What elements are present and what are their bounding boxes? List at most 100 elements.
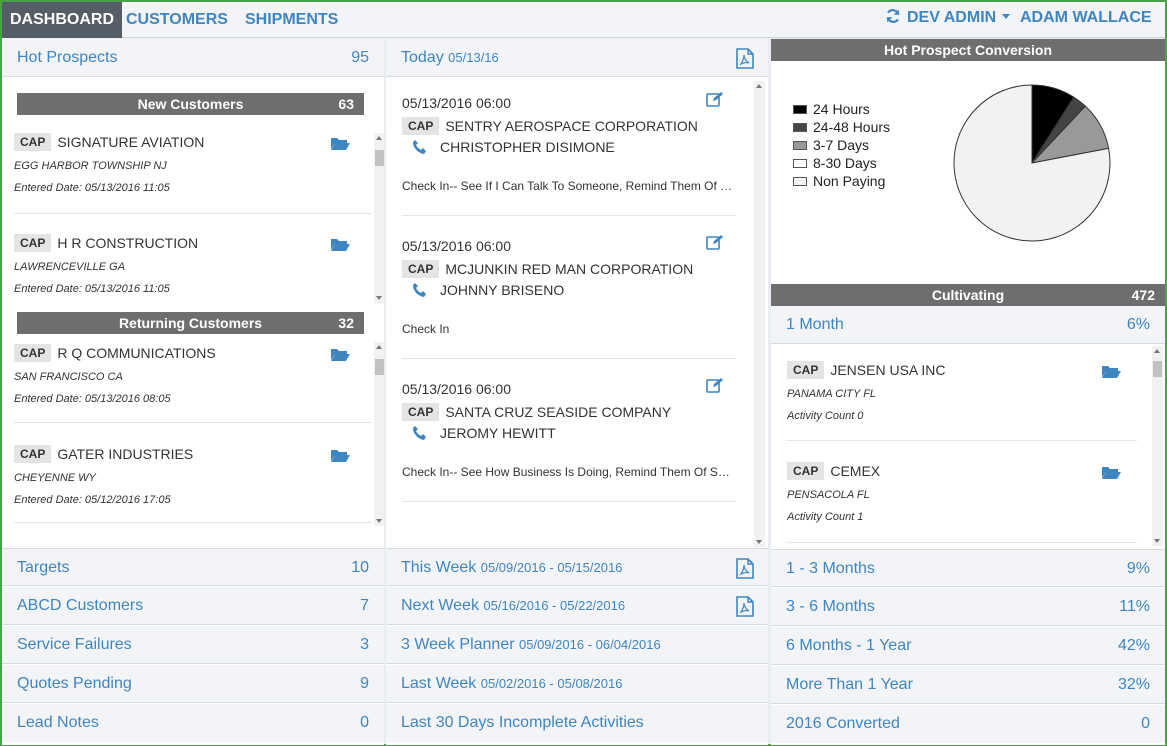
activity-item[interactable]: 05/13/2016 06:00 CAP MCJUNKIN RED MAN COR… [402, 235, 748, 336]
activity-count: Activity Count 0 [787, 410, 864, 422]
activity-item[interactable]: 05/13/2016 06:00 CAP SENTRY AEROSPACE COR… [402, 92, 748, 193]
scroll-thumb[interactable] [375, 359, 384, 375]
hot-prospects-header[interactable]: Hot Prospects 95 [2, 39, 384, 77]
divider [14, 522, 372, 523]
customer-name: H R CONSTRUCTION [57, 235, 199, 251]
cap-badge: CAP [14, 234, 52, 252]
scroll-down-icon[interactable] [756, 540, 762, 544]
abcd-customers-count: 7 [360, 597, 369, 614]
tab-shipments[interactable]: SHIPMENTS [237, 2, 346, 38]
phone-icon[interactable] [412, 282, 428, 298]
lead-notes-label: Lead Notes [17, 714, 99, 731]
list-item[interactable]: CAP H R CONSTRUCTION LAWRENCEVILLE GA Ent… [14, 234, 372, 295]
scroll-down-icon[interactable] [376, 296, 382, 300]
three-to-six-months-pct: 11% [1119, 598, 1150, 615]
quotes-pending-count: 9 [360, 675, 369, 692]
folder-open-icon[interactable] [1101, 464, 1121, 480]
folder-open-icon[interactable] [330, 236, 350, 252]
three-to-six-months-row[interactable]: 3 - 6 Months 11% [771, 588, 1165, 626]
customer-name: CEMEX [830, 463, 881, 479]
scroll-up-icon[interactable] [756, 84, 762, 88]
dev-admin-menu[interactable]: DEV ADMIN [885, 2, 1011, 34]
folder-open-icon[interactable] [330, 447, 350, 463]
edit-icon[interactable] [706, 234, 724, 250]
customer-location: CHEYENNE WY [14, 472, 96, 484]
cap-badge: CAP [787, 361, 825, 379]
activity-note: Check In [402, 322, 450, 336]
converted-row[interactable]: 2016 Converted 0 [771, 705, 1165, 743]
quotes-pending-label: Quotes Pending [17, 675, 132, 692]
returning-customers-scrollbar[interactable] [374, 342, 385, 526]
targets-label: Targets [17, 559, 70, 576]
pdf-icon[interactable] [736, 48, 754, 69]
abcd-customers-label: ABCD Customers [17, 597, 144, 614]
scroll-down-icon[interactable] [1154, 539, 1160, 543]
incomplete-activities-row[interactable]: Last 30 Days Incomplete Activities [386, 704, 768, 742]
last-week-range: 05/02/2016 - 05/08/2016 [480, 676, 623, 691]
tab-dashboard[interactable]: DASHBOARD [2, 2, 122, 38]
more-than-year-row[interactable]: More Than 1 Year 32% [771, 666, 1165, 704]
cap-badge: CAP [402, 403, 440, 421]
today-date: 05/13/16 [448, 50, 499, 65]
folder-open-icon[interactable] [1101, 363, 1121, 379]
edit-icon[interactable] [706, 377, 724, 393]
activity-contact: JEROMY HEWITT [440, 425, 556, 441]
last-week-row[interactable]: Last Week 05/02/2016 - 05/08/2016 [386, 665, 768, 703]
this-week-row[interactable]: This Week 05/09/2016 - 05/15/2016 [386, 548, 768, 586]
edit-icon[interactable] [706, 91, 724, 107]
lead-notes-row[interactable]: Lead Notes 0 [2, 704, 384, 742]
cap-badge: CAP [14, 344, 52, 362]
list-item[interactable]: CAP SIGNATURE AVIATION EGG HARBOR TOWNSHI… [14, 133, 372, 194]
cultivating-label: Cultivating [931, 287, 1005, 303]
customer-name: JENSEN USA INC [830, 362, 946, 378]
next-week-row[interactable]: Next Week 05/16/2016 - 05/22/2016 [386, 587, 768, 625]
one-month-row[interactable]: 1 Month 6% [771, 306, 1165, 344]
folder-open-icon[interactable] [330, 135, 350, 151]
new-customers-scrollbar[interactable] [374, 133, 385, 303]
pdf-icon[interactable] [736, 558, 754, 579]
scroll-thumb[interactable] [375, 150, 384, 166]
right-column: Hot Prospect Conversion 24 Hours 24-48 H… [771, 39, 1165, 745]
scroll-thumb[interactable] [1153, 361, 1162, 377]
customer-name: GATER INDUSTRIES [57, 446, 194, 462]
six-months-to-year-row[interactable]: 6 Months - 1 Year 42% [771, 627, 1165, 665]
list-item[interactable]: CAP CEMEX PENSACOLA FL Activity Count 1 [787, 462, 1143, 523]
targets-row[interactable]: Targets 10 [2, 548, 384, 586]
user-menu[interactable]: ADAM WALLACE [1020, 2, 1152, 34]
scroll-up-icon[interactable] [376, 136, 382, 140]
tab-customers[interactable]: CUSTOMERS [118, 2, 236, 38]
scroll-down-icon[interactable] [376, 519, 382, 523]
divider [787, 542, 1137, 543]
activity-company: SANTA CRUZ SEASIDE COMPANY [445, 404, 672, 420]
legend-swatch [793, 177, 807, 186]
scroll-up-icon[interactable] [376, 345, 382, 349]
list-item[interactable]: CAP R Q COMMUNICATIONS SAN FRANCISCO CA E… [14, 344, 372, 405]
list-item[interactable]: CAP JENSEN USA INC PANAMA CITY FL Activit… [787, 361, 1143, 422]
service-failures-row[interactable]: Service Failures 3 [2, 626, 384, 664]
one-month-label: 1 Month [786, 316, 844, 333]
abcd-customers-row[interactable]: ABCD Customers 7 [2, 587, 384, 625]
divider [14, 213, 372, 214]
next-week-range: 05/16/2016 - 05/22/2016 [483, 598, 626, 613]
activity-note: Check In-- See If I Can Talk To Someone,… [402, 179, 736, 193]
list-item[interactable]: CAP GATER INDUSTRIES CHEYENNE WY Entered … [14, 445, 372, 506]
entered-date: Entered Date: 05/13/2016 11:05 [14, 283, 170, 295]
today-scrollbar[interactable] [754, 81, 765, 547]
scroll-up-icon[interactable] [1154, 349, 1160, 353]
returning-customers-bar: Returning Customers 32 [17, 312, 364, 334]
middle-column: Today 05/13/16 05/13/2016 06:00 CAP SENTR… [386, 39, 768, 745]
quotes-pending-row[interactable]: Quotes Pending 9 [2, 665, 384, 703]
last-week-label: Last Week [401, 675, 477, 692]
three-week-planner-row[interactable]: 3 Week Planner 05/09/2016 - 06/04/2016 [386, 626, 768, 664]
folder-open-icon[interactable] [330, 346, 350, 362]
cultivating-bar: Cultivating 472 [771, 284, 1165, 306]
cultivating-scrollbar[interactable] [1152, 346, 1163, 546]
pdf-icon[interactable] [736, 596, 754, 617]
phone-icon[interactable] [412, 425, 428, 441]
activity-item[interactable]: 05/13/2016 06:00 CAP SANTA CRUZ SEASIDE C… [402, 378, 748, 479]
legend-label: Non Paying [813, 173, 886, 189]
phone-icon[interactable] [412, 139, 428, 155]
hot-prospects-label: Hot Prospects [17, 49, 118, 66]
one-to-three-months-row[interactable]: 1 - 3 Months 9% [771, 549, 1165, 587]
today-header[interactable]: Today 05/13/16 [386, 39, 768, 77]
